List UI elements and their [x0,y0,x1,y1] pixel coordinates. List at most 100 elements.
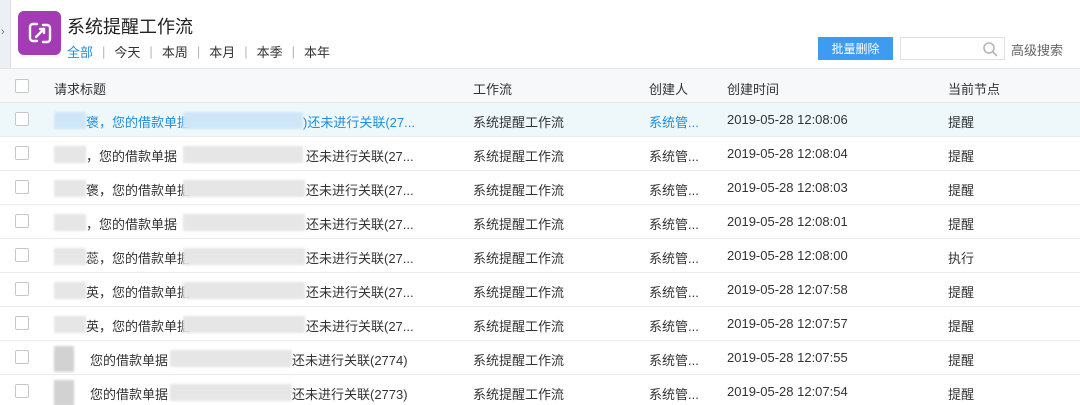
tab-this-month[interactable]: 本月 [209,42,235,61]
redacted-text [54,248,86,265]
column-header-creator[interactable]: 创建人 [649,79,688,98]
search-icon[interactable] [982,41,998,57]
redacted-text [183,112,303,129]
tab-this-quarter[interactable]: 本季 [257,42,283,61]
request-title-link[interactable]: ，您的借款单据 [86,214,177,233]
batch-delete-button[interactable]: 批量删除 [818,37,893,60]
redacted-text [54,316,86,333]
request-title-link[interactable]: 褒，您的借款单据 [86,180,190,199]
workflow-cell: 系统提醒工作流 [473,251,565,266]
current-node-cell: 提醒 [948,285,975,300]
tab-separator: | [291,44,296,59]
create-time-cell: 2019-05-28 12:08:00 [727,248,848,263]
tab-today[interactable]: 今天 [114,42,140,61]
create-time-cell: 2019-05-28 12:08:06 [727,112,848,127]
redacted-text [54,346,74,372]
advanced-search-link[interactable]: 高级搜索 [1011,40,1063,59]
redacted-text [170,384,292,401]
create-time-cell: 2019-05-28 12:08:01 [727,214,848,229]
workflow-cell: 系统提醒工作流 [473,387,565,402]
tab-all[interactable]: 全部 [67,42,93,61]
create-time-cell: 2019-05-28 12:07:55 [727,350,848,365]
table-row[interactable]: 您的借款单据 还未进行关联(2773) 系统提醒工作流 系统管... 2019-… [0,375,1080,405]
table-row[interactable]: ，您的借款单据 还未进行关联(27... 系统提醒工作流 系统管... 2019… [0,137,1080,171]
creator-cell: 系统管... [649,285,699,300]
create-time-cell: 2019-05-28 12:08:03 [727,180,848,195]
creator-cell: 系统管... [649,353,699,368]
select-all-checkbox[interactable] [15,79,29,93]
column-header-workflow[interactable]: 工作流 [473,79,512,98]
current-node-cell: 提醒 [948,353,975,368]
request-title-link-tail[interactable]: )还未进行关联(27... [303,112,415,131]
column-header-create-time[interactable]: 创建时间 [727,79,779,98]
creator-cell: 系统管... [649,217,699,232]
create-time-cell: 2019-05-28 12:07:58 [727,282,848,297]
request-title-link-tail[interactable]: 还未进行关联(27... [306,214,414,233]
row-checkbox[interactable] [15,350,29,364]
request-title-link-tail[interactable]: 还未进行关联(27... [306,146,414,165]
redacted-text [54,282,86,299]
workflow-cell: 系统提醒工作流 [473,183,565,198]
table-row[interactable]: 褒，您的借款单据 还未进行关联(27... 系统提醒工作流 系统管... 201… [0,171,1080,205]
table-row[interactable]: 您的借款单据 还未进行关联(2774) 系统提醒工作流 系统管... 2019-… [0,341,1080,375]
tab-separator: | [196,44,201,59]
current-node-cell: 提醒 [948,183,975,198]
workflow-cell: 系统提醒工作流 [473,115,565,130]
redacted-text [183,180,305,197]
row-checkbox[interactable] [15,180,29,194]
row-checkbox[interactable] [15,316,29,330]
current-node-cell: 提醒 [948,149,975,164]
creator-link[interactable]: 系统管... [649,112,699,131]
search-input[interactable] [901,38,981,59]
workflow-cell: 系统提醒工作流 [473,217,565,232]
request-title-link-tail[interactable]: 还未进行关联(27... [306,316,414,335]
column-header-title[interactable]: 请求标题 [54,79,106,98]
page-title: 系统提醒工作流 [67,17,193,37]
request-title-link-tail[interactable]: 还未进行关联(27... [306,282,414,301]
redacted-text [54,112,86,129]
request-title-link-tail[interactable]: 还未进行关联(2774) [292,350,408,369]
current-node-cell: 提醒 [948,115,975,130]
row-checkbox[interactable] [15,146,29,160]
request-title-link[interactable]: 您的借款单据 [90,350,168,369]
row-checkbox[interactable] [15,112,29,126]
redacted-text [183,146,303,163]
request-title-link[interactable]: ，您的借款单据 [86,146,177,165]
request-title-link[interactable]: 褒，您的借款单据 [86,112,190,131]
row-checkbox[interactable] [15,214,29,228]
request-title-link-tail[interactable]: 还未进行关联(27... [306,248,414,267]
tab-this-year[interactable]: 本年 [304,42,330,61]
request-title-link-tail[interactable]: 还未进行关联(27... [306,180,414,199]
request-title-link-tail[interactable]: 还未进行关联(2773) [292,384,408,403]
table-row[interactable]: 英，您的借款单据 还未进行关联(27... 系统提醒工作流 系统管... 201… [0,273,1080,307]
table-row[interactable]: 蕊，您的借款单据 还未进行关联(27... 系统提醒工作流 系统管... 201… [0,239,1080,273]
workflow-cell: 系统提醒工作流 [473,285,565,300]
chevron-right-icon[interactable]: › [1,26,5,38]
current-node-cell: 执行 [948,251,975,266]
workflow-cell: 系统提醒工作流 [473,353,565,368]
tab-this-week[interactable]: 本周 [162,42,188,61]
current-node-cell: 提醒 [948,387,975,402]
redacted-text [54,146,86,163]
creator-cell: 系统管... [649,149,699,164]
request-title-link[interactable]: 蕊，您的借款单据 [86,248,190,267]
tab-separator: | [149,44,153,59]
request-title-link[interactable]: 您的借款单据 [90,384,168,403]
create-time-cell: 2019-05-28 12:07:57 [727,316,848,331]
column-header-current-node[interactable]: 当前节点 [948,79,1000,98]
current-node-cell: 提醒 [948,319,975,334]
table-row[interactable]: 英，您的借款单据 还未进行关联(27... 系统提醒工作流 系统管... 201… [0,307,1080,341]
row-checkbox[interactable] [15,384,29,398]
table-row[interactable]: ，您的借款单据 还未进行关联(27... 系统提醒工作流 系统管... 2019… [0,205,1080,239]
request-title-link[interactable]: 英，您的借款单据 [86,282,190,301]
row-checkbox[interactable] [15,248,29,262]
table-row[interactable]: 褒，您的借款单据 )还未进行关联(27... 系统提醒工作流 系统管... 20… [0,103,1080,137]
filter-tabs: 全部 | 今天 | 本周 | 本月 | 本季 | 本年 [67,42,330,61]
create-time-cell: 2019-05-28 12:07:54 [727,384,848,399]
row-checkbox[interactable] [15,282,29,296]
workflow-cell: 系统提醒工作流 [473,319,565,334]
redacted-text [54,214,86,231]
header: 系统提醒工作流 全部 | 今天 | 本周 | 本月 | 本季 | 本年 批量删除… [11,0,1080,68]
creator-cell: 系统管... [649,319,699,334]
request-title-link[interactable]: 英，您的借款单据 [86,316,190,335]
